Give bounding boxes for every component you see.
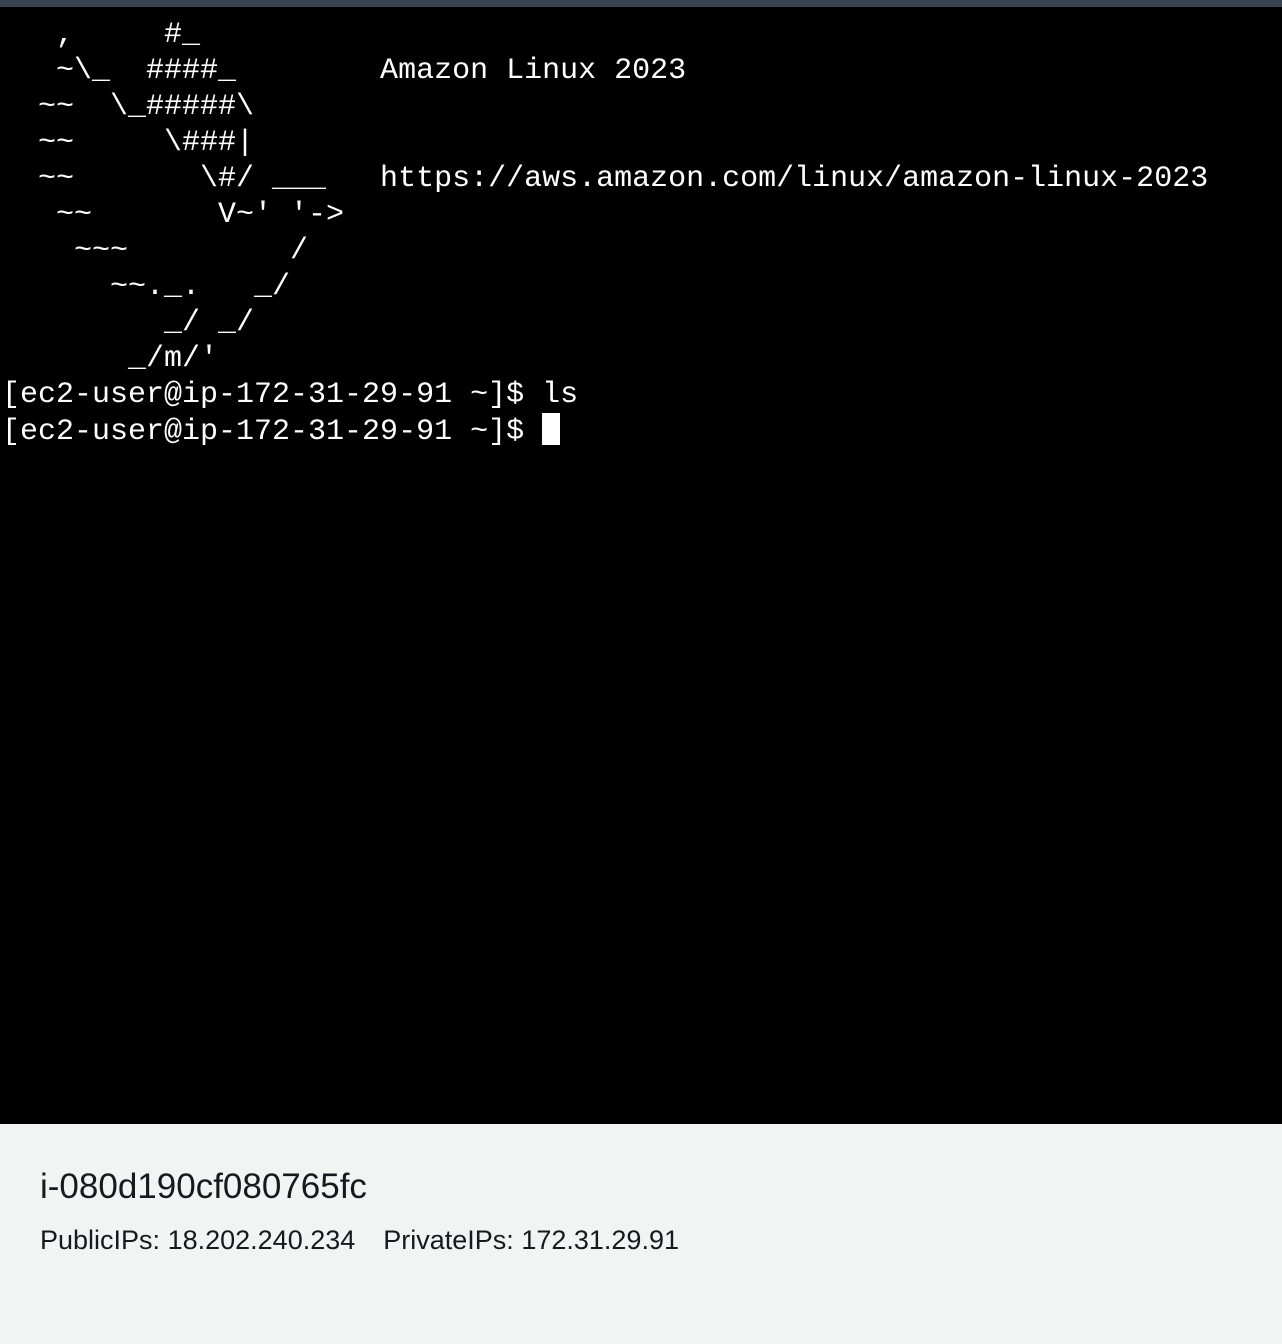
instance-id: i-080d190cf080765fc [40, 1167, 367, 1206]
terminal-line: ~~ V~' '-> [2, 198, 345, 232]
public-ips-value: 18.202.240.234 [167, 1225, 356, 1255]
private-ips-label: PrivateIPs: [383, 1225, 514, 1255]
terminal-line: _/ _/ [2, 306, 255, 340]
terminal-line: ~~ \_#####\ [2, 90, 255, 124]
top-border [0, 0, 1282, 7]
terminal-output: , #_ ~\_ ####_ Amazon Linux 2023 ~~ \_##… [0, 7, 1282, 449]
private-ips: PrivateIPs: 172.31.29.91 [383, 1224, 679, 1256]
terminal-line: [ec2-user@ip-172-31-29-91 ~]$ ls [2, 378, 579, 412]
terminal-prompt-line[interactable]: [ec2-user@ip-172-31-29-91 ~]$ [2, 413, 1282, 449]
terminal-window[interactable]: , #_ ~\_ ####_ Amazon Linux 2023 ~~ \_##… [0, 7, 1282, 1124]
terminal-line: _/m/' [2, 342, 219, 376]
public-ips-label: PublicIPs: [40, 1225, 161, 1255]
terminal-line: , #_ [2, 18, 201, 52]
terminal-line: ~~._. _/ [2, 270, 291, 304]
instance-ips: PublicIPs: 18.202.240.234 PrivateIPs: 172… [40, 1224, 1242, 1256]
public-ips: PublicIPs: 18.202.240.234 [40, 1224, 355, 1256]
terminal-prompt: [ec2-user@ip-172-31-29-91 ~]$ [2, 415, 543, 449]
terminal-line: ~~ \###| [2, 126, 255, 160]
terminal-line: ~~ \#/ ___ https://aws.amazon.com/linux/… [2, 162, 1209, 196]
terminal-line: ~~~ / [2, 234, 309, 268]
terminal-line: ~\_ ####_ Amazon Linux 2023 [2, 54, 687, 88]
terminal-cursor [542, 413, 561, 445]
private-ips-value: 172.31.29.91 [521, 1225, 679, 1255]
instance-info-panel: i-080d190cf080765fc PublicIPs: 18.202.24… [0, 1124, 1282, 1344]
